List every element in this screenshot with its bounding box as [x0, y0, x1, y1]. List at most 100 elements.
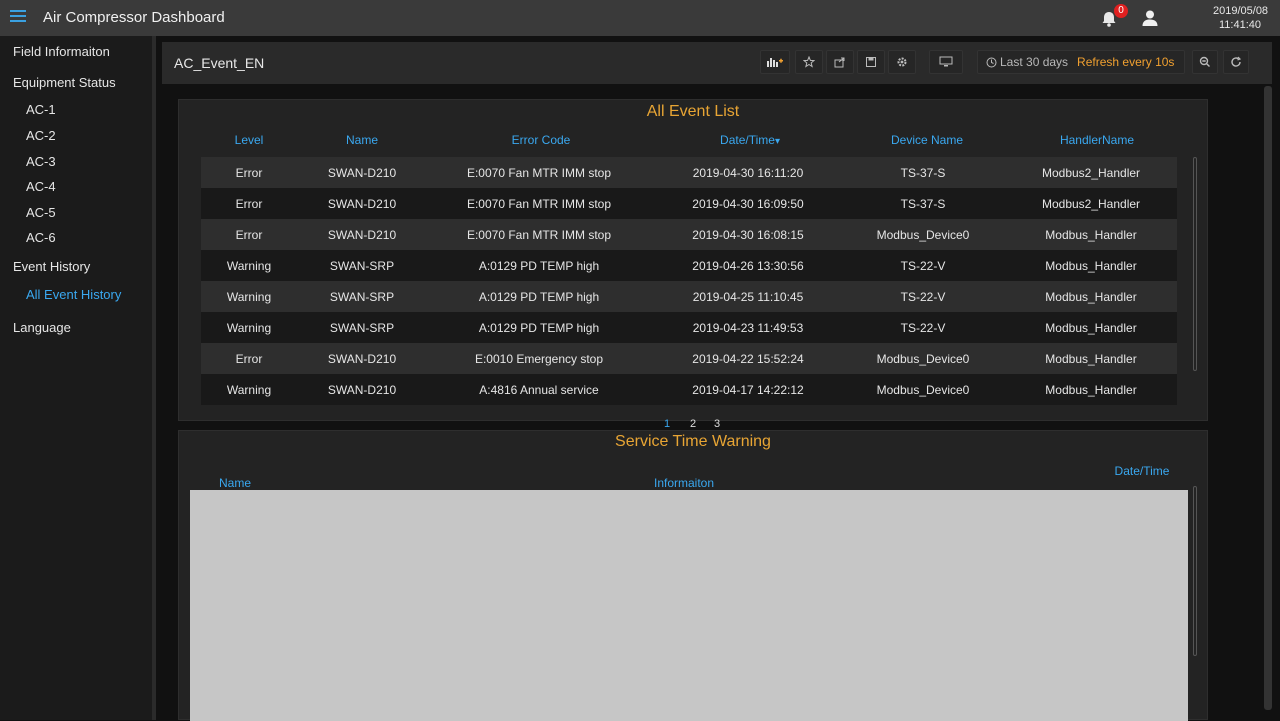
- clock-icon: [986, 57, 997, 67]
- column-header-name[interactable]: Name: [306, 133, 418, 147]
- cell-name: SWAN-D210: [327, 383, 397, 397]
- dashboard-header: AC_Event_EN Last 30 days Refresh every 1…: [162, 42, 1272, 84]
- sidebar-item-ac-1[interactable]: AC-1: [26, 102, 56, 117]
- sidebar-item-ac-2[interactable]: AC-2: [26, 128, 56, 143]
- refresh-button[interactable]: [1223, 50, 1249, 74]
- time-picker-button[interactable]: Last 30 days Refresh every 10s: [977, 50, 1185, 74]
- cell-error-code: A:0129 PD TEMP high: [478, 290, 600, 304]
- sidebar-item-ac-4[interactable]: AC-4: [26, 179, 56, 194]
- cell-date-time: 2019-04-17 14:22:12: [692, 383, 804, 397]
- event-list-panel: All Event List Level Name Error Code Dat…: [178, 99, 1208, 421]
- column-header-device-name[interactable]: Device Name: [859, 133, 995, 147]
- cell-device-name: TS-37-S: [900, 197, 946, 211]
- cell-device-name: Modbus_Device0: [876, 383, 970, 397]
- cell-device-name: Modbus_Device0: [876, 352, 970, 366]
- cell-date-time: 2019-04-22 15:52:24: [692, 352, 804, 366]
- cell-level: Warning: [226, 321, 272, 335]
- column-header-error-code[interactable]: Error Code: [441, 133, 641, 147]
- save-button[interactable]: [857, 50, 885, 74]
- column-header-information[interactable]: Informaiton: [619, 476, 749, 490]
- cell-device-name: TS-22-V: [900, 259, 946, 273]
- column-header-handler-name[interactable]: HandlerName: [1029, 133, 1165, 147]
- table-row[interactable]: Error SWAN-D210 E:0070 Fan MTR IMM stop …: [201, 219, 1177, 250]
- cell-handler-name: Modbus_Handler: [1045, 321, 1137, 335]
- sidebar-item-all-event-history[interactable]: All Event History: [26, 287, 121, 302]
- clock-date: 2019/05/08: [1213, 5, 1269, 17]
- page-scrollbar[interactable]: [1264, 86, 1272, 710]
- settings-button[interactable]: [888, 50, 916, 74]
- cell-level: Error: [235, 352, 263, 366]
- sidebar-item-ac-6[interactable]: AC-6: [26, 230, 56, 245]
- share-button[interactable]: [826, 50, 854, 74]
- page-link-2[interactable]: 2: [690, 418, 696, 430]
- zoom-out-icon: [1199, 56, 1210, 67]
- sidebar-item-language[interactable]: Language: [13, 320, 71, 335]
- sidebar-item-ac-3[interactable]: AC-3: [26, 154, 56, 169]
- cell-handler-name: Modbus2_Handler: [1041, 197, 1141, 211]
- column-header-date-time[interactable]: Date/Time: [1099, 464, 1185, 478]
- cell-device-name: TS-22-V: [900, 321, 946, 335]
- page-link-3[interactable]: 3: [714, 418, 720, 430]
- sidebar-item-equipment-status[interactable]: Equipment Status: [13, 75, 116, 90]
- page-link-1[interactable]: 1: [664, 418, 670, 430]
- column-header-level[interactable]: Level: [201, 133, 297, 147]
- service-table-scrollbar[interactable]: [1193, 486, 1197, 656]
- cell-handler-name: Modbus_Handler: [1045, 228, 1137, 242]
- cell-handler-name: Modbus_Handler: [1045, 383, 1137, 397]
- dashboard-title: AC_Event_EN: [174, 55, 265, 71]
- cell-date-time: 2019-04-30 16:11:20: [692, 166, 804, 180]
- table-row[interactable]: Warning SWAN-SRP A:0129 PD TEMP high 201…: [201, 312, 1177, 343]
- cell-date-time: 2019-04-25 11:10:45: [692, 290, 804, 304]
- cell-error-code: E:0010 Emergency stop: [474, 352, 604, 366]
- refresh-interval-label: Refresh every 10s: [1077, 55, 1175, 69]
- top-bar: Air Compressor Dashboard 0 2019/05/08 11…: [0, 0, 1280, 36]
- column-header-name[interactable]: Name: [199, 476, 271, 490]
- service-warning-title: Service Time Warning: [615, 433, 771, 450]
- cell-date-time: 2019-04-23 11:49:53: [692, 321, 804, 335]
- cell-handler-name: Modbus_Handler: [1045, 290, 1137, 304]
- sidebar-item-event-history[interactable]: Event History: [13, 259, 90, 274]
- cell-name: SWAN-D210: [327, 197, 397, 211]
- column-header-date-time[interactable]: Date/Time▾: [684, 133, 816, 147]
- service-warning-panel: Service Time Warning Name Informaiton Da…: [178, 430, 1208, 721]
- cell-level: Error: [235, 197, 263, 211]
- zoom-out-button[interactable]: [1192, 50, 1218, 74]
- table-row[interactable]: Error SWAN-D210 E:0070 Fan MTR IMM stop …: [201, 157, 1177, 188]
- user-icon[interactable]: [1141, 9, 1159, 27]
- cell-level: Warning: [226, 259, 272, 273]
- view-mode-button[interactable]: [929, 50, 963, 74]
- table-row[interactable]: Error SWAN-D210 E:0010 Emergency stop 20…: [201, 343, 1177, 374]
- cell-device-name: TS-37-S: [900, 166, 946, 180]
- cell-error-code: A:0129 PD TEMP high: [478, 259, 600, 273]
- add-panel-icon: [767, 58, 783, 67]
- table-scrollbar[interactable]: [1193, 157, 1197, 371]
- cell-name: SWAN-SRP: [329, 321, 395, 335]
- cell-device-name: TS-22-V: [900, 290, 946, 304]
- cell-error-code: E:0070 Fan MTR IMM stop: [466, 228, 612, 242]
- cell-name: SWAN-D210: [327, 228, 397, 242]
- cell-error-code: A:0129 PD TEMP high: [478, 321, 600, 335]
- clock-time: 11:41:40: [1219, 19, 1262, 31]
- cell-name: SWAN-D210: [327, 166, 397, 180]
- save-icon: [866, 57, 876, 67]
- cell-level: Error: [235, 228, 263, 242]
- sort-descending-icon: ▾: [774, 136, 780, 147]
- add-panel-button[interactable]: [760, 50, 790, 74]
- cell-date-time: 2019-04-30 16:08:15: [692, 228, 804, 242]
- cell-error-code: E:0070 Fan MTR IMM stop: [466, 197, 612, 211]
- sidebar-item-ac-5[interactable]: AC-5: [26, 205, 56, 220]
- table-row[interactable]: Warning SWAN-SRP A:0129 PD TEMP high 201…: [201, 250, 1177, 281]
- cell-device-name: Modbus_Device0: [876, 228, 970, 242]
- service-warning-table-body: [190, 490, 1188, 721]
- hamburger-menu-icon[interactable]: [10, 10, 26, 24]
- cell-handler-name: Modbus_Handler: [1045, 259, 1137, 273]
- cell-error-code: E:0070 Fan MTR IMM stop: [466, 166, 612, 180]
- monitor-icon: [939, 56, 953, 67]
- time-range-label: Last 30 days: [1000, 55, 1069, 69]
- table-row[interactable]: Warning SWAN-SRP A:0129 PD TEMP high 201…: [201, 281, 1177, 312]
- sidebar-item-field-information[interactable]: Field Informaiton: [13, 44, 110, 59]
- cell-name: SWAN-D210: [327, 352, 397, 366]
- table-row[interactable]: Error SWAN-D210 E:0070 Fan MTR IMM stop …: [201, 188, 1177, 219]
- table-row[interactable]: Warning SWAN-D210 A:4816 Annual service …: [201, 374, 1177, 405]
- star-button[interactable]: [795, 50, 823, 74]
